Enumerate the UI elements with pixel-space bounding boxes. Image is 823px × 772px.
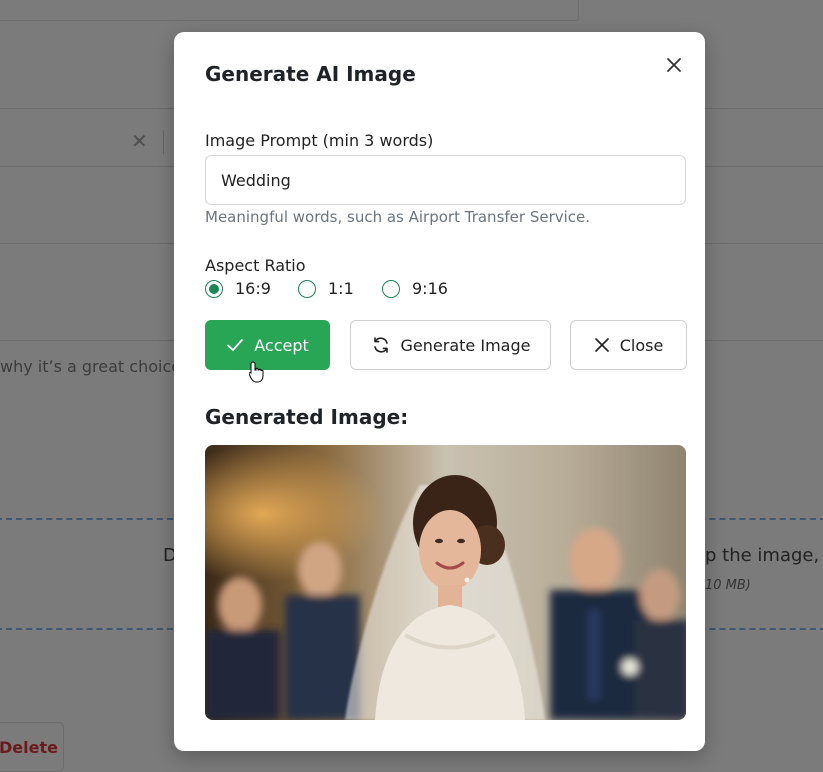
close-button[interactable]: Close	[570, 320, 687, 370]
modal-title: Generate AI Image	[205, 62, 416, 86]
radio-label: 1:1	[328, 279, 354, 298]
close-icon	[594, 338, 609, 352]
close-icon[interactable]	[663, 54, 685, 76]
bg-divider	[0, 20, 578, 21]
aspect-ratio-label: Aspect Ratio	[205, 256, 306, 275]
bg-dropzone-text-right: p the image,	[705, 545, 820, 566]
radio-label: 9:16	[412, 279, 448, 298]
accept-button-label: Accept	[254, 335, 309, 355]
radio-checked-icon	[205, 279, 223, 298]
bg-clear-icon: ✕	[131, 129, 148, 153]
generated-image-heading: Generated Image:	[205, 405, 409, 429]
generate-image-button[interactable]: Generate Image	[350, 320, 551, 370]
close-button-label: Close	[619, 335, 664, 355]
accept-button[interactable]: Accept	[205, 320, 330, 370]
generate-ai-image-modal: Generate AI Image Image Prompt (min 3 wo…	[174, 32, 705, 751]
bg-separator	[163, 130, 164, 154]
prompt-label: Image Prompt (min 3 words)	[205, 131, 434, 150]
bg-delete-button: Delete	[0, 722, 64, 772]
bg-description-text: why it’s a great choice	[0, 357, 182, 376]
check-icon	[227, 339, 244, 351]
bg-divider	[578, 0, 579, 20]
radio-label: 16:9	[235, 279, 271, 298]
radio-16-9[interactable]: 16:9	[205, 279, 271, 298]
prompt-input[interactable]	[205, 155, 686, 205]
bg-dropzone-subtext: 10 MB)	[705, 578, 751, 593]
radio-unchecked-icon	[298, 279, 316, 298]
refresh-icon	[373, 337, 388, 353]
radio-unchecked-icon	[382, 279, 400, 298]
prompt-hint: Meaningful words, such as Airport Transf…	[205, 208, 591, 226]
mouse-cursor-icon	[249, 361, 264, 383]
generate-image-button-label: Generate Image	[400, 335, 531, 355]
generated-image	[205, 445, 686, 720]
radio-1-1[interactable]: 1:1	[298, 279, 354, 298]
radio-9-16[interactable]: 9:16	[382, 279, 448, 298]
